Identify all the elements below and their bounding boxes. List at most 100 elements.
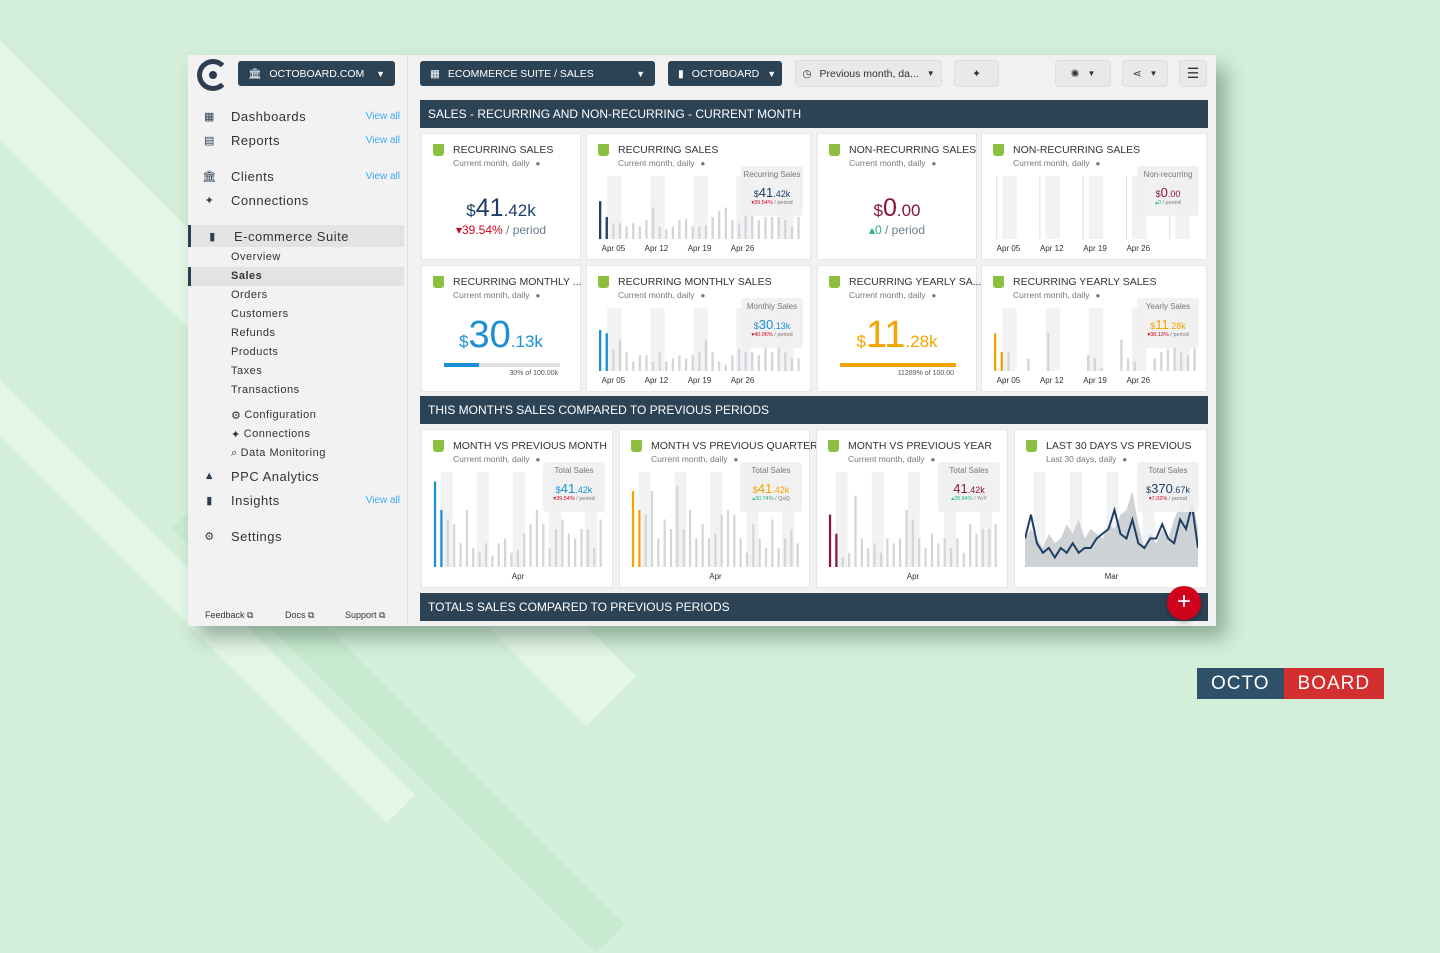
sidebar-item-dashboards[interactable]: ▦ Dashboards View all <box>188 105 404 127</box>
widget-card[interactable]: NON-RECURRING SALES Current month, daily $… <box>817 133 977 260</box>
widget-card[interactable]: RECURRING YEARLY SALES Current month, dai… <box>981 265 1207 392</box>
shopify-icon <box>828 440 839 452</box>
legend-change: ▴0 / period <box>1137 200 1199 206</box>
bar-chart-icon: ▮ <box>206 494 213 507</box>
period-dropdown[interactable]: ◷ Previous month, da... ▼ <box>795 60 942 87</box>
chart-bar <box>1100 367 1103 371</box>
chart-bar <box>711 216 714 239</box>
search-icon: ⌕ <box>231 446 238 459</box>
chart-legend: Non-recurring $0.00 ▴0 / period <box>1137 166 1199 216</box>
kpi: $11.28k <box>818 314 976 357</box>
change-period: / period <box>1160 200 1181 206</box>
dashboard-label: ECOMMERCE SUITE / SALES <box>447 67 594 80</box>
sidebar-subitem-sales[interactable]: Sales <box>231 268 262 284</box>
menu-button[interactable]: ☰ <box>1179 60 1207 87</box>
client-dropdown[interactable]: ▮ OCTOBOARD ▼ <box>668 61 782 86</box>
sidebar-tool-connections[interactable]: ✦ Connections <box>231 426 310 442</box>
widget-card[interactable]: NON-RECURRING SALES Current month, daily A… <box>981 133 1207 260</box>
caret-down-icon: ▼ <box>767 68 777 79</box>
view-all-link[interactable]: View all <box>366 111 400 122</box>
chart-bar <box>567 533 570 567</box>
sidebar-item-label: Reports <box>231 132 281 148</box>
sidebar-subitem-orders[interactable]: Orders <box>231 287 268 303</box>
sidebar-item-connections[interactable]: ✦ Connections <box>188 189 404 211</box>
chart-legend: Recurring Sales $41.42k ▾39.54% / period <box>741 166 803 216</box>
footer-link-docs[interactable]: Docs ⧉ <box>285 610 314 621</box>
widget-card[interactable]: RECURRING SALES Current month, daily $41.4… <box>421 133 581 260</box>
sidebar-subitem-products[interactable]: Products <box>231 344 278 360</box>
chart-bar <box>797 358 800 371</box>
chart-bar <box>658 226 661 239</box>
value: $11.28k <box>818 314 976 357</box>
footer-link-support[interactable]: Support ⧉ <box>345 610 385 621</box>
widget-card[interactable]: MONTH VS PREVIOUS MONTH Current month, da… <box>421 429 613 588</box>
chart-bar <box>993 333 997 371</box>
view-all-link[interactable]: View all <box>366 171 400 182</box>
value-dec: .00 <box>896 201 921 220</box>
widget-card[interactable]: RECURRING MONTHLY ... Current month, dail… <box>421 265 582 392</box>
chart-bar <box>684 218 688 239</box>
legend-change: ▾7.02% / period <box>1137 496 1199 502</box>
dashboard-dropdown[interactable]: ▦ ECOMMERCE SUITE / SALES ▼ <box>420 61 655 86</box>
chart-bar <box>691 226 694 239</box>
sidebar-item-clients[interactable]: 🏛 Clients View all <box>188 165 404 187</box>
week-band <box>1002 176 1017 239</box>
change-value: ▾38.13% <box>1147 332 1169 338</box>
account-dropdown[interactable]: 🏛 OCTOBOARD.COM ▼ <box>238 61 395 86</box>
chart-bar <box>731 355 734 371</box>
change-value: ▾40.06% <box>751 332 773 338</box>
chart-bar <box>612 348 615 371</box>
chart-bar <box>911 519 914 567</box>
widget-card[interactable]: MONTH VS PREVIOUS YEAR Current month, dai… <box>816 429 1008 588</box>
sidebar-subitem-refunds[interactable]: Refunds <box>231 325 275 341</box>
widget-card[interactable]: RECURRING SALES Current month, daily Apr 0… <box>586 133 811 260</box>
widget-card[interactable]: MONTH VS PREVIOUS QUARTER Current month, … <box>619 429 818 588</box>
value-int: 11 <box>1155 317 1169 332</box>
chart-bar <box>701 524 704 567</box>
sidebar-item-ppc-analytics[interactable]: ▲ PPC Analytics <box>188 465 404 487</box>
sidebar-item-reports[interactable]: ▤ Reports View all <box>188 129 404 151</box>
value: $11.28k <box>1137 317 1199 332</box>
sidebar-item-e-commerce-suite[interactable]: ▮ E-commerce Suite <box>188 225 404 247</box>
chart-bar <box>981 529 985 567</box>
chart-bar <box>764 345 767 371</box>
x-axis-label: Apr 12 <box>644 244 669 253</box>
chart-bar <box>678 355 681 371</box>
sidebar-item-settings[interactable]: ⚙ Settings <box>188 525 404 547</box>
sidebar-subitem-taxes[interactable]: Taxes <box>231 363 262 379</box>
chart-bar <box>638 510 641 567</box>
legend-change: ▾40.06% / period <box>741 332 803 338</box>
theme-button[interactable]: ✺ ▼ <box>1055 60 1111 87</box>
value-dec: .42k <box>575 485 593 495</box>
sidebar-subitem-overview[interactable]: Overview <box>231 249 281 265</box>
sidebar-subitem-customers[interactable]: Customers <box>231 306 289 322</box>
change-period: / YoY <box>972 496 987 502</box>
chart-bar <box>554 529 558 567</box>
view-all-link[interactable]: View all <box>366 495 400 506</box>
currency: $ <box>459 332 469 351</box>
chart-bar <box>638 226 641 239</box>
share-button[interactable]: ⋖ ▼ <box>1122 60 1168 87</box>
sidebar-item-insights[interactable]: ▮ Insights View all <box>188 489 404 511</box>
chart-bar <box>1126 358 1130 371</box>
widget-card[interactable]: RECURRING YEARLY SA... Current month, dai… <box>817 265 981 392</box>
chart-bar <box>704 339 708 371</box>
chart-bar <box>561 519 564 567</box>
sidebar-tool-data-monitoring[interactable]: ⌕ Data Monitoring <box>231 445 326 461</box>
chart-bar <box>644 514 647 567</box>
widget-card[interactable]: LAST 30 DAYS VS PREVIOUS Last 30 days, da… <box>1014 429 1207 588</box>
chart-bar <box>631 491 635 567</box>
legend-change: ▾39.54% / period <box>741 200 803 206</box>
sidebar-tool-configuration[interactable]: ⚙ Configuration <box>231 407 316 423</box>
footer-link-feedback[interactable]: Feedback ⧉ <box>205 610 253 621</box>
connections-button[interactable]: ✦ <box>954 60 999 87</box>
sidebar-item-label: Settings <box>231 528 282 544</box>
sidebar-subitem-transactions[interactable]: Transactions <box>231 382 300 398</box>
widget-card[interactable]: RECURRING MONTHLY SALES Current month, da… <box>586 265 811 392</box>
add-widget-button[interactable]: + <box>1167 586 1201 620</box>
chart-bar <box>918 538 921 567</box>
progress-fill <box>444 363 479 367</box>
view-all-link[interactable]: View all <box>366 135 400 146</box>
change-period: / period <box>772 200 793 206</box>
change-value: ▾39.54% <box>751 200 773 206</box>
